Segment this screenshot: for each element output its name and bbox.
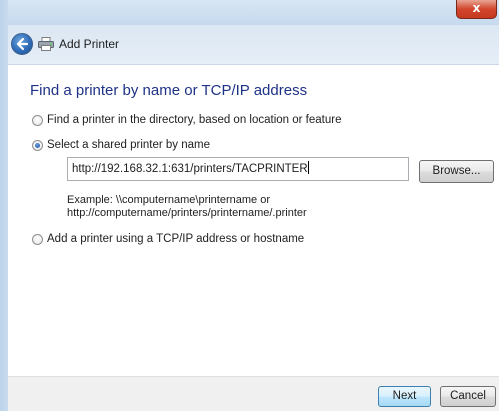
page-heading: Find a printer by name or TCP/IP address (30, 82, 308, 99)
example-line-2: http://computername/printers/printername… (67, 207, 307, 219)
option-label: Add a printer using a TCP/IP address or … (47, 233, 305, 245)
back-arrow-icon (16, 37, 29, 51)
cancel-button[interactable]: Cancel (440, 386, 496, 407)
browse-button[interactable]: Browse... (419, 160, 494, 183)
input-value: http://192.168.32.1:631/printers/TACPRIN… (72, 163, 308, 175)
window-title: Add Printer (59, 37, 120, 51)
add-printer-window: x Add Printer Find a printer by name or … (0, 0, 499, 411)
example-line-1: Example: \\computername\printername or (67, 194, 270, 206)
close-icon: x (472, 1, 481, 15)
shared-printer-name-input[interactable]: http://192.168.32.1:631/printers/TACPRIN… (67, 157, 409, 181)
back-button[interactable] (11, 33, 33, 55)
next-button[interactable]: Next (378, 386, 431, 407)
option-label: Select a shared printer by name (47, 139, 211, 151)
content-area (8, 65, 499, 376)
example-text: Example: \\computername\printername or h… (67, 194, 307, 220)
title-bar (0, 0, 499, 25)
printer-icon (38, 37, 54, 51)
text-caret (307, 161, 309, 174)
radio-button[interactable] (32, 234, 43, 245)
navigation-bar: Add Printer (8, 25, 499, 65)
radio-button-selected[interactable] (32, 140, 43, 151)
window-frame-left (0, 0, 8, 411)
option-label: Find a printer in the directory, based o… (47, 114, 342, 126)
radio-button[interactable] (32, 115, 43, 126)
close-button[interactable]: x (456, 0, 497, 19)
